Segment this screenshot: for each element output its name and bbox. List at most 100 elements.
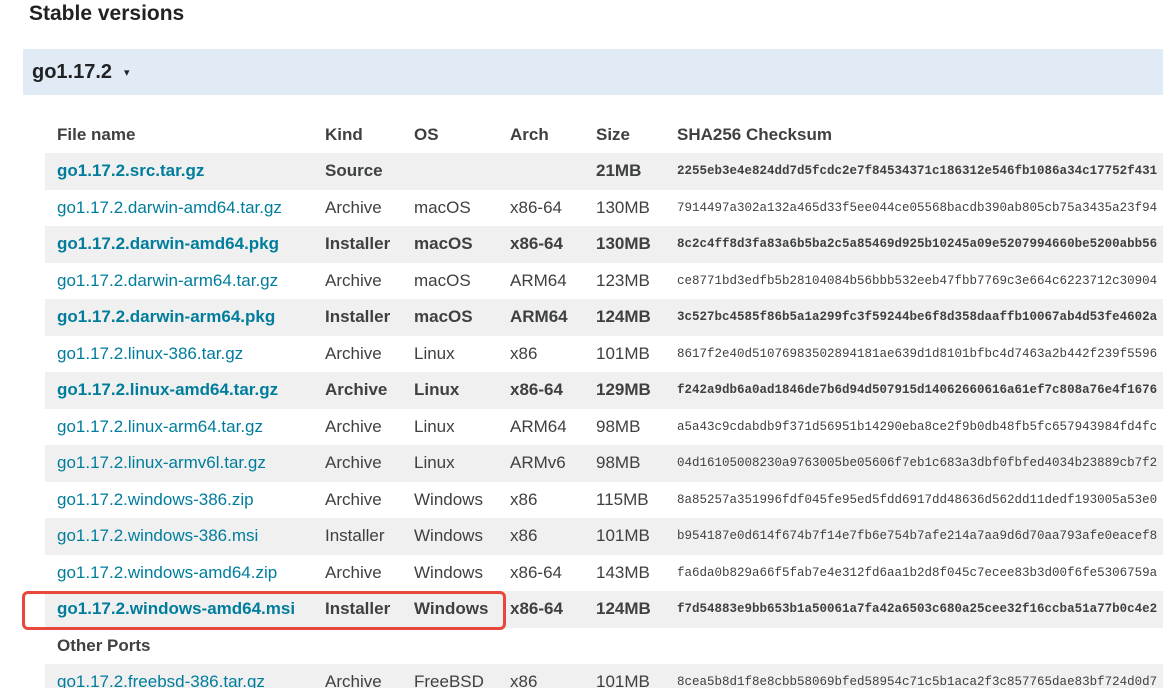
kind-cell: Archive [313, 664, 402, 688]
checksum-cell: 2255eb3e4e824dd7d5fcdc2e7f84534371c18631… [665, 153, 1163, 190]
column-header-kind: Kind [325, 125, 363, 144]
table-row[interactable]: go1.17.2.darwin-arm64.pkg Installer macOS A… [45, 299, 1163, 336]
downloads-table: File name Kind OS Arch Size SHA256 Check… [45, 117, 1163, 688]
arch-cell: ARM64 [498, 299, 584, 336]
kind-cell: Archive [325, 343, 382, 363]
download-link[interactable]: go1.17.2.darwin-amd64.pkg [57, 234, 279, 253]
table-row[interactable]: go1.17.2.windows-386.msi Installer Windows… [45, 518, 1163, 555]
arch-cell: x86-64 [510, 562, 562, 582]
download-link[interactable]: go1.17.2.linux-armv6l.tar.gz [57, 453, 266, 472]
download-link[interactable]: go1.17.2.src.tar.gz [57, 161, 204, 180]
os-cell: Windows [402, 591, 498, 628]
os-cell [402, 153, 498, 190]
size-cell: 124MB [584, 591, 665, 628]
arch-cell: ARM64 [510, 270, 567, 290]
file-name-cell: go1.17.2.linux-386.tar.gz [45, 336, 313, 373]
table-row[interactable]: go1.17.2.windows-386.zip Archive Windows x8… [45, 482, 1163, 519]
column-header-arch: Arch [510, 125, 549, 144]
download-link[interactable]: go1.17.2.windows-amd64.zip [57, 563, 277, 582]
os-cell: Linux [414, 416, 455, 436]
checksum-cell: 8cea5b8d1f8e8cbb58069bfed58954c71c5b1aca… [665, 664, 1163, 688]
table-row[interactable]: go1.17.2.windows-amd64.msi Installer Windo… [45, 591, 1163, 628]
download-link[interactable]: go1.17.2.windows-amd64.msi [57, 599, 295, 618]
size-cell: 98MB [584, 445, 665, 482]
file-name-cell: go1.17.2.src.tar.gz [45, 153, 313, 190]
release-version: go1.17.2 [32, 60, 113, 83]
table-row[interactable]: go1.17.2.darwin-amd64.tar.gz Archive macOS… [45, 190, 1163, 227]
other-ports-heading-row: Other Ports [45, 627, 1163, 664]
download-link[interactable]: go1.17.2.linux-386.tar.gz [57, 344, 243, 363]
checksum-cell: 8c2c4ff8d3fa83a6b5ba2c5a85469d925b10245a… [665, 226, 1163, 263]
other-ports-heading: Other Ports [45, 627, 1163, 664]
arch-cell: x86 [498, 664, 584, 688]
size-cell: 129MB [584, 372, 665, 409]
arch-cell: ARM64 [510, 416, 567, 436]
os-cell: macOS [402, 226, 498, 263]
table-row[interactable]: go1.17.2.linux-386.tar.gz Archive Linux x86… [45, 336, 1163, 373]
os-cell: Windows [414, 562, 483, 582]
file-name-cell: go1.17.2.linux-amd64.tar.gz [45, 372, 313, 409]
kind-cell: Installer [313, 518, 402, 555]
download-link[interactable]: go1.17.2.darwin-arm64.pkg [57, 307, 275, 326]
arch-cell: x86 [498, 518, 584, 555]
table-row[interactable]: go1.17.2.darwin-amd64.pkg Installer macOS x… [45, 226, 1163, 263]
file-name-cell: go1.17.2.freebsd-386.tar.gz [45, 664, 313, 688]
os-cell: Linux [402, 445, 498, 482]
kind-cell: Archive [313, 445, 402, 482]
chevron-down-icon: ▾ [124, 66, 130, 79]
checksum-cell: 8617f2e40d51076983502894181ae639d1d8101b… [677, 346, 1158, 361]
kind-cell: Archive [313, 372, 402, 409]
size-cell: 101MB [584, 664, 665, 688]
table-row[interactable]: go1.17.2.freebsd-386.tar.gz Archive FreeBS… [45, 664, 1163, 688]
arch-cell: x86-64 [498, 591, 584, 628]
table-row[interactable]: go1.17.2.linux-arm64.tar.gz Archive Linux A… [45, 409, 1163, 446]
arch-cell: x86-64 [498, 226, 584, 263]
download-link[interactable]: go1.17.2.linux-amd64.tar.gz [57, 380, 278, 399]
size-cell: 124MB [584, 299, 665, 336]
column-header-os: OS [414, 125, 439, 144]
download-link[interactable]: go1.17.2.darwin-amd64.tar.gz [57, 198, 282, 217]
table-header-row: File name Kind OS Arch Size SHA256 Check… [45, 117, 1163, 153]
table-row[interactable]: go1.17.2.src.tar.gz Source 21MB 2255eb3e4e8… [45, 153, 1163, 190]
download-link[interactable]: go1.17.2.darwin-arm64.tar.gz [57, 271, 278, 290]
kind-cell: Installer [313, 226, 402, 263]
section-title: Stable versions [29, 2, 185, 25]
size-cell: 130MB [596, 197, 650, 217]
os-cell: Linux [402, 372, 498, 409]
os-cell: Windows [414, 489, 483, 509]
os-cell: macOS [414, 270, 471, 290]
table-row[interactable]: go1.17.2.darwin-arm64.tar.gz Archive macOS… [45, 263, 1163, 300]
kind-cell: Source [313, 153, 402, 190]
checksum-cell: 8a85257a351996fdf045fe95ed5fdd6917dd4863… [677, 492, 1158, 507]
kind-cell: Installer [313, 299, 402, 336]
kind-cell: Archive [325, 197, 382, 217]
os-cell: Windows [402, 518, 498, 555]
os-cell: macOS [414, 197, 471, 217]
download-link[interactable]: go1.17.2.windows-386.zip [57, 490, 254, 509]
file-name-cell: go1.17.2.windows-amd64.msi [45, 591, 313, 628]
checksum-cell: 7914497a302a132a465d33f5ee044ce05568bacd… [677, 200, 1158, 215]
table-row[interactable]: go1.17.2.linux-amd64.tar.gz Archive Linux x… [45, 372, 1163, 409]
checksum-cell: f242a9db6a0ad1846de7b6d94d507915d1406266… [665, 372, 1163, 409]
file-name-cell: go1.17.2.darwin-arm64.pkg [45, 299, 313, 336]
os-cell: macOS [402, 299, 498, 336]
download-link[interactable]: go1.17.2.linux-arm64.tar.gz [57, 417, 263, 436]
kind-cell: Installer [313, 591, 402, 628]
file-name-cell: go1.17.2.darwin-amd64.pkg [45, 226, 313, 263]
download-link[interactable]: go1.17.2.freebsd-386.tar.gz [57, 672, 265, 688]
arch-cell [498, 153, 584, 190]
table-row[interactable]: go1.17.2.linux-armv6l.tar.gz Archive Linux… [45, 445, 1163, 482]
file-name-cell: go1.17.2.windows-386.zip [45, 482, 313, 519]
checksum-cell: f7d54883e9bb653b1a50061a7fa42a6503c680a2… [665, 591, 1163, 628]
file-name-cell: go1.17.2.linux-arm64.tar.gz [45, 409, 313, 446]
table-row[interactable]: go1.17.2.windows-amd64.zip Archive Windows… [45, 555, 1163, 592]
release-toggle[interactable]: go1.17.2 ▾ [23, 49, 1163, 95]
checksum-cell: ce8771bd3edfb5b28104084b56bbb532eeb47fbb… [677, 273, 1158, 288]
os-cell: FreeBSD [402, 664, 498, 688]
column-header-size: Size [596, 125, 631, 144]
checksum-cell: 3c527bc4585f86b5a1a299fc3f59244be6f8d358… [665, 299, 1163, 336]
size-cell: 21MB [584, 153, 665, 190]
checksum-cell: 04d16105008230a9763005be05606f7eb1c683a3… [665, 445, 1163, 482]
file-name-cell: go1.17.2.windows-amd64.zip [45, 555, 313, 592]
download-link[interactable]: go1.17.2.windows-386.msi [57, 526, 258, 545]
